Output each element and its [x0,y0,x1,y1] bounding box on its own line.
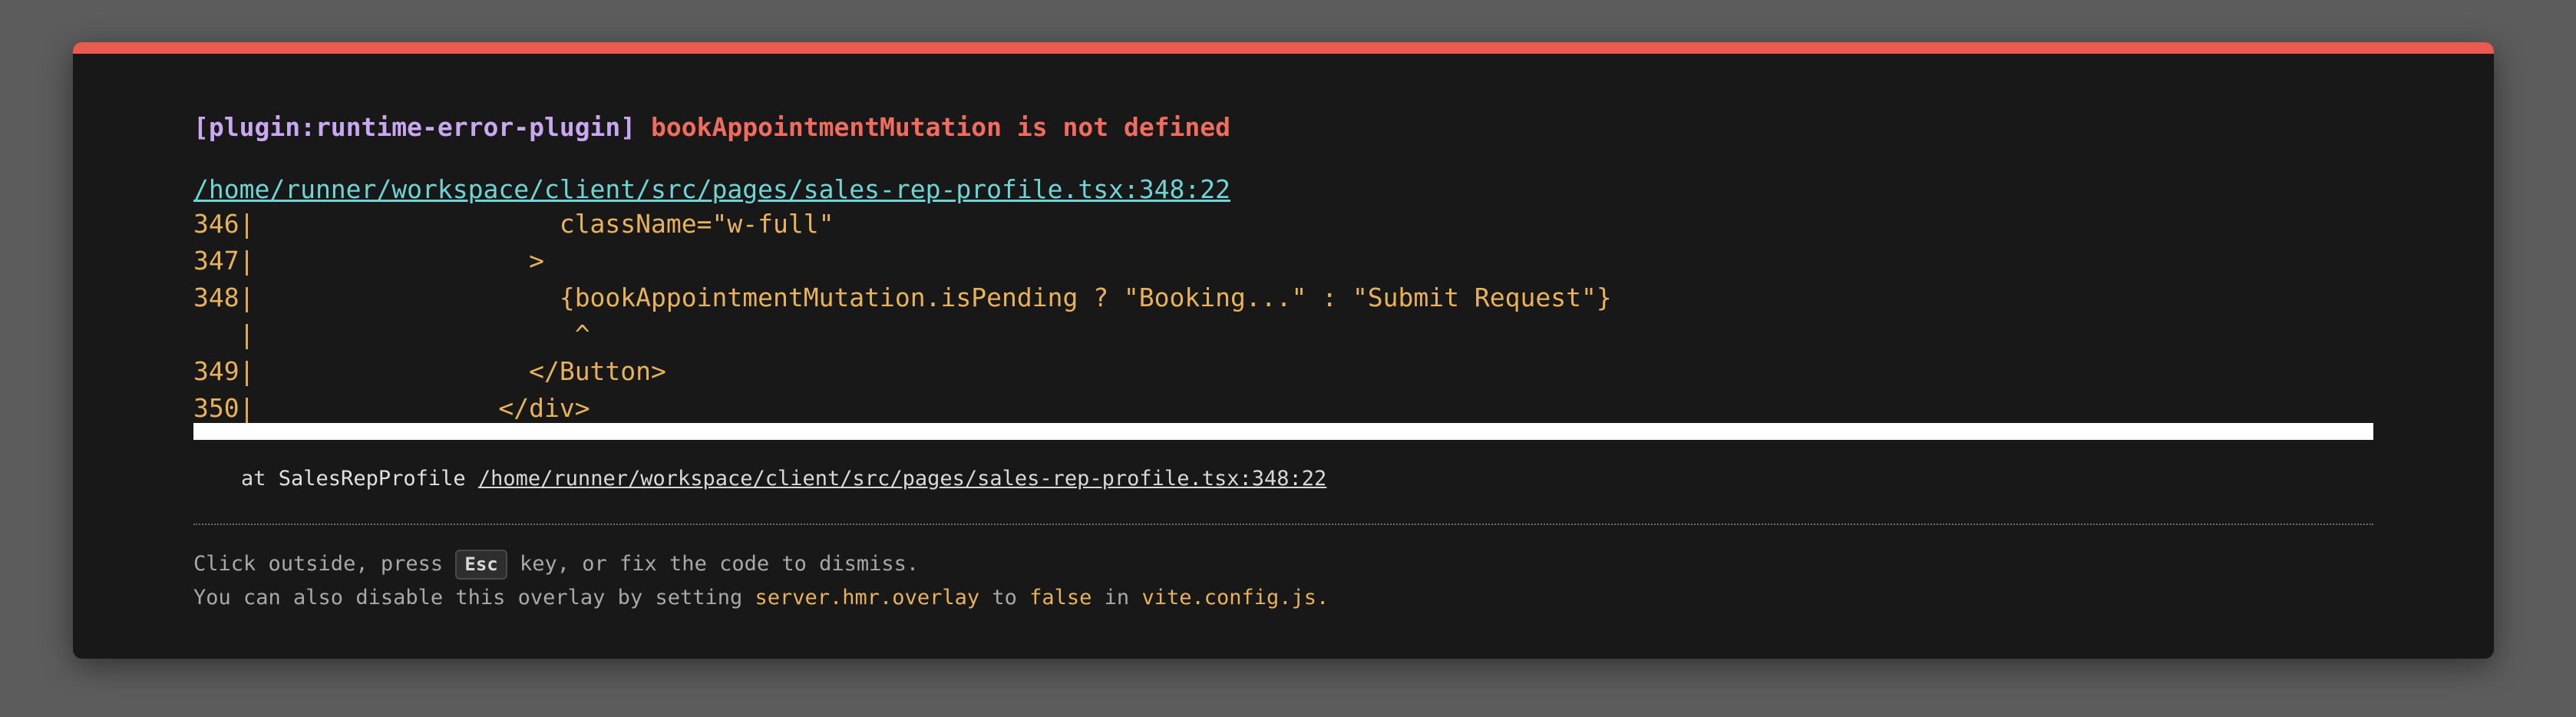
disable-overlay-tip: You can also disable this overlay by set… [193,586,1329,610]
error-header: [plugin:runtime-error-plugin] bookAppoin… [193,114,1230,140]
setting-name: server.hmr.overlay [755,586,980,610]
stack-trace: at SalesRepProfile /home/runner/workspac… [241,467,1326,491]
error-file-link[interactable]: /home/runner/workspace/client/src/pages/… [193,177,1230,202]
config-file-name: vite.config.js [1141,586,1317,610]
code-frame-caret-line: | ^ [193,319,590,349]
code-frame-line: 347| > [193,246,544,276]
code-frame-line: 350| </div> [193,393,590,423]
tip-text: in [1091,586,1142,610]
setting-value: false [1029,586,1092,610]
esc-key-badge: Esc [455,550,507,580]
error-message: bookAppointmentMutation is not defined [651,112,1231,142]
stack-function: SalesRepProfile [278,467,466,491]
stack-prefix: at [241,467,266,491]
divider [193,524,2373,525]
code-frame-line: 348| {bookAppointmentMutation.isPending … [193,283,1612,312]
plugin-name: [plugin:runtime-error-plugin] [193,112,636,142]
tip-text: to [979,586,1030,610]
highlight-bar [193,423,2373,440]
tip-text: Click outside, press [193,552,456,577]
error-overlay-window: [plugin:runtime-error-plugin] bookAppoin… [73,42,2494,659]
stack-file-link[interactable]: /home/runner/workspace/client/src/pages/… [478,467,1326,491]
tip-text: You can also disable this overlay by set… [193,586,755,610]
code-frame: 346| className="w-full" 347| > 348| {bookA… [193,206,1612,427]
code-frame-line: 349| </Button> [193,356,666,386]
tip-text: key, or fix the code to dismiss. [507,552,920,577]
dismiss-tip: Click outside, press Esc key, or fix the… [193,550,919,580]
tip-period: . [1316,586,1329,610]
code-frame-line: 346| className="w-full" [193,209,834,239]
